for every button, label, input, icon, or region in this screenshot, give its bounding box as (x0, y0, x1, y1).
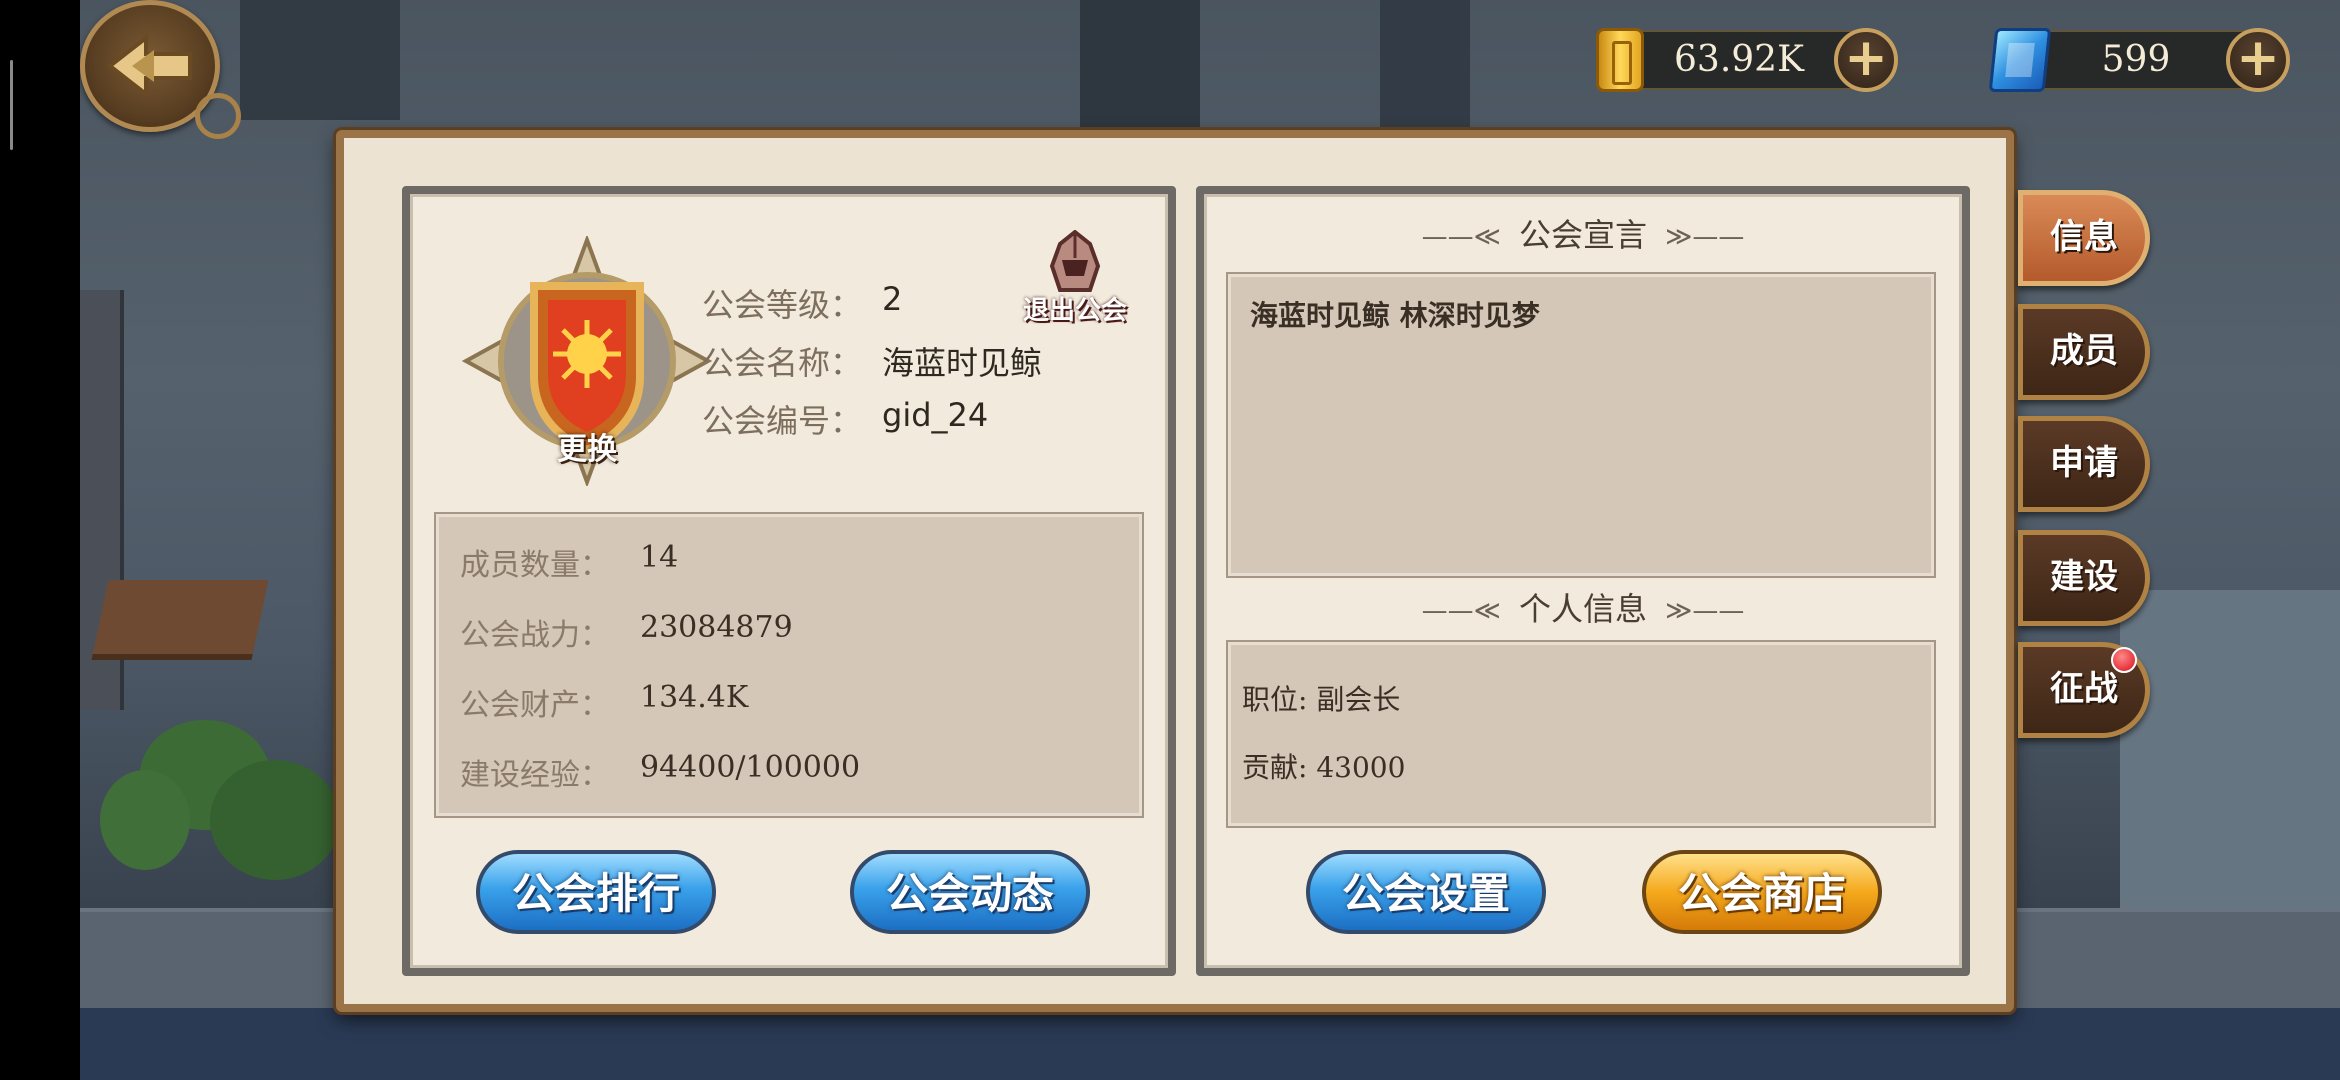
background-building (1080, 0, 1200, 140)
member-count-row: 成员数量： 14 (460, 540, 678, 584)
guild-wealth-value: 134.4K (640, 680, 749, 715)
tab-campaign-label: 征战 (2050, 669, 2118, 709)
guild-power-label: 公会战力： (460, 618, 610, 653)
gold-bar-icon (1596, 28, 1644, 92)
guild-stats-box: 成员数量： 14 公会战力： 23084879 公会财产： 134.4K 建设经… (434, 512, 1144, 818)
declaration-box: 海蓝时见鲸 林深时见梦 (1226, 272, 1936, 578)
member-count-label: 成员数量： (460, 548, 610, 583)
guild-name-label: 公会名称： (702, 344, 863, 382)
guild-id-value: gid_24 (882, 396, 989, 434)
title-ornament-right: ≫—— (1665, 596, 1745, 626)
guild-id-label: 公会编号： (702, 402, 863, 440)
guild-wealth-label: 公会财产： (460, 688, 610, 723)
build-exp-row: 建设经验： 94400/100000 (460, 750, 860, 794)
guild-name-row: 公会名称： 海蓝时见鲸 (702, 338, 1042, 384)
guild-power-value: 23084879 (640, 610, 793, 645)
guild-power-row: 公会战力： 23084879 (460, 610, 793, 654)
guild-id-row: 公会编号： gid_24 (702, 396, 988, 442)
background-building (240, 0, 400, 120)
background-bush (100, 770, 190, 870)
background-building (1380, 0, 1470, 130)
guild-name-value: 海蓝时见鲸 (882, 344, 1043, 382)
quit-guild-label: 退出公会 (1022, 296, 1127, 326)
blue-gem-icon (1988, 28, 2052, 92)
tab-applications[interactable]: 申请 (2018, 416, 2150, 512)
position-text: 职位: 副会长 (1242, 683, 1401, 716)
member-count-value: 14 (640, 540, 679, 575)
back-arrow-icon (106, 33, 192, 99)
quit-guild-button[interactable]: 退出公会 (1010, 230, 1140, 330)
notification-badge (2111, 647, 2137, 673)
background-roof (91, 580, 269, 660)
gem-amount: 599 (2101, 39, 2171, 80)
add-gems-button[interactable]: + (2226, 28, 2290, 92)
guild-news-button[interactable]: 公会动态 (850, 850, 1090, 934)
tab-construction[interactable]: 建设 (2018, 530, 2150, 626)
title-ornament-left: ——≪ (1421, 596, 1501, 626)
tab-members[interactable]: 成员 (2018, 304, 2150, 400)
personal-info-title-text: 个人信息 (1518, 590, 1647, 628)
tab-campaign[interactable]: 征战 (2018, 642, 2150, 738)
title-ornament-right: ≫—— (1665, 222, 1745, 252)
guild-level-value: 2 (882, 280, 903, 318)
guild-declaration-card: ——≪ 公会宣言 ≫—— 海蓝时见鲸 林深时见梦 ——≪ 个人信息 ≫—— 职位… (1196, 186, 1970, 976)
status-indicator (10, 60, 13, 150)
guild-panel: 更换 公会等级： 2 公会名称： 海蓝时见鲸 公会编号： gid_24 退出公会… (336, 130, 2014, 1012)
back-button[interactable] (80, 0, 241, 139)
background-water (80, 1008, 2340, 1080)
declaration-text: 海蓝时见鲸 林深时见梦 (1250, 299, 1540, 332)
declaration-title-text: 公会宣言 (1518, 216, 1647, 254)
helmet-icon (1049, 230, 1101, 292)
personal-info-title: ——≪ 个人信息 ≫—— (1204, 584, 1962, 630)
gold-amount: 63.92K (1674, 39, 1804, 80)
compass-ring (195, 93, 241, 139)
personal-info-box: 职位: 副会长 贡献: 43000 (1226, 640, 1936, 828)
guild-info-card: 更换 公会等级： 2 公会名称： 海蓝时见鲸 公会编号： gid_24 退出公会… (402, 186, 1176, 976)
add-gold-button[interactable]: + (1834, 28, 1898, 92)
background-wall (2120, 590, 2340, 910)
declaration-title: ——≪ 公会宣言 ≫—— (1204, 210, 1962, 256)
guild-ranking-button[interactable]: 公会排行 (476, 850, 716, 934)
change-emblem-label: 更换 (557, 432, 617, 467)
guild-shop-button[interactable]: 公会商店 (1642, 850, 1882, 934)
contribution-text: 贡献: 43000 (1242, 751, 1406, 784)
gem-counter: 599 + (1988, 28, 2290, 92)
guild-settings-button[interactable]: 公会设置 (1306, 850, 1546, 934)
build-exp-value: 94400/100000 (640, 750, 861, 785)
title-ornament-left: ——≪ (1421, 222, 1501, 252)
background-bush (210, 760, 340, 880)
guild-wealth-row: 公会财产： 134.4K (460, 680, 748, 724)
tab-info[interactable]: 信息 (2018, 190, 2150, 286)
guild-emblem[interactable]: 更换 (461, 234, 713, 488)
guild-level-label: 公会等级： (702, 286, 863, 324)
build-exp-label: 建设经验： (460, 758, 610, 793)
gold-counter: 63.92K + (1596, 28, 1898, 92)
guild-level-row: 公会等级： 2 (702, 280, 902, 326)
